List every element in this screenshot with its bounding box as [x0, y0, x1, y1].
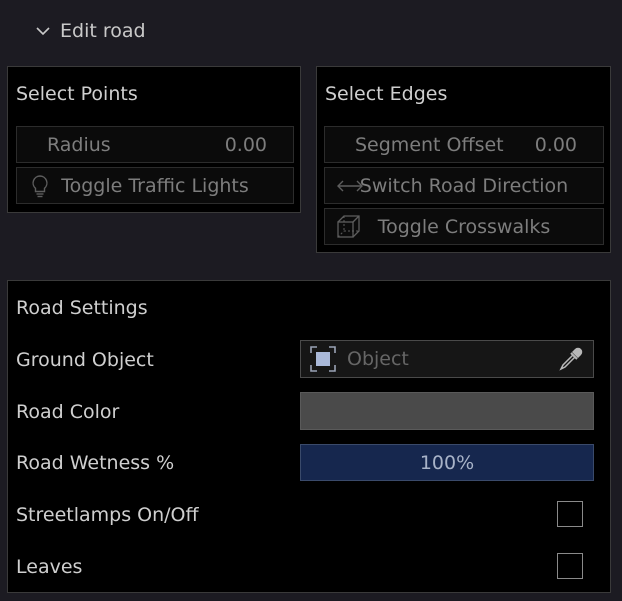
select-edges-panel: Select Edges Segment Offset 0.00 Switch … [316, 66, 611, 253]
select-edges-title: Select Edges [325, 83, 448, 105]
switch-road-direction-label: Switch Road Direction [359, 174, 569, 197]
eyedropper-icon[interactable] [557, 345, 585, 373]
select-points-panel: Select Points Radius 0.00 Toggle Traffic… [7, 66, 301, 213]
radius-value: 0.00 [224, 133, 267, 156]
segment-offset-value: 0.00 [534, 133, 577, 156]
ground-object-field[interactable]: Object [300, 340, 594, 378]
leaves-label: Leaves [16, 556, 83, 578]
streetlamps-label: Streetlamps On/Off [16, 504, 199, 526]
road-wetness-slider[interactable]: 100% [300, 444, 594, 481]
select-points-title: Select Points [16, 83, 138, 105]
radius-field[interactable]: Radius 0.00 [16, 126, 294, 163]
radius-label: Radius [47, 133, 111, 156]
cube-icon [335, 209, 363, 244]
road-settings-title: Road Settings [16, 297, 148, 319]
toggle-traffic-lights-label: Toggle Traffic Lights [61, 174, 249, 197]
toggle-traffic-lights-button[interactable]: Toggle Traffic Lights [16, 167, 294, 204]
object-picker-icon [309, 345, 337, 373]
road-color-swatch[interactable] [300, 392, 594, 430]
ground-object-placeholder: Object [347, 348, 409, 370]
chevron-down-icon [36, 27, 50, 36]
double-arrow-icon [335, 168, 365, 203]
segment-offset-field[interactable]: Segment Offset 0.00 [324, 126, 604, 163]
switch-road-direction-button[interactable]: Switch Road Direction [324, 167, 604, 204]
streetlamps-checkbox[interactable] [557, 501, 583, 527]
toggle-crosswalks-label: Toggle Crosswalks [377, 215, 551, 238]
edit-road-header[interactable]: Edit road [34, 18, 146, 44]
ground-object-label: Ground Object [16, 349, 154, 371]
lightbulb-icon [27, 168, 53, 203]
leaves-checkbox[interactable] [557, 553, 583, 579]
road-settings-panel: Road Settings Ground Object Object Road … [7, 280, 611, 593]
road-wetness-label: Road Wetness % [16, 452, 175, 474]
toggle-crosswalks-button[interactable]: Toggle Crosswalks [324, 208, 604, 245]
road-color-label: Road Color [16, 401, 120, 423]
road-wetness-value: 100% [419, 451, 475, 474]
edit-road-title: Edit road [60, 20, 146, 42]
segment-offset-label: Segment Offset [355, 133, 504, 156]
